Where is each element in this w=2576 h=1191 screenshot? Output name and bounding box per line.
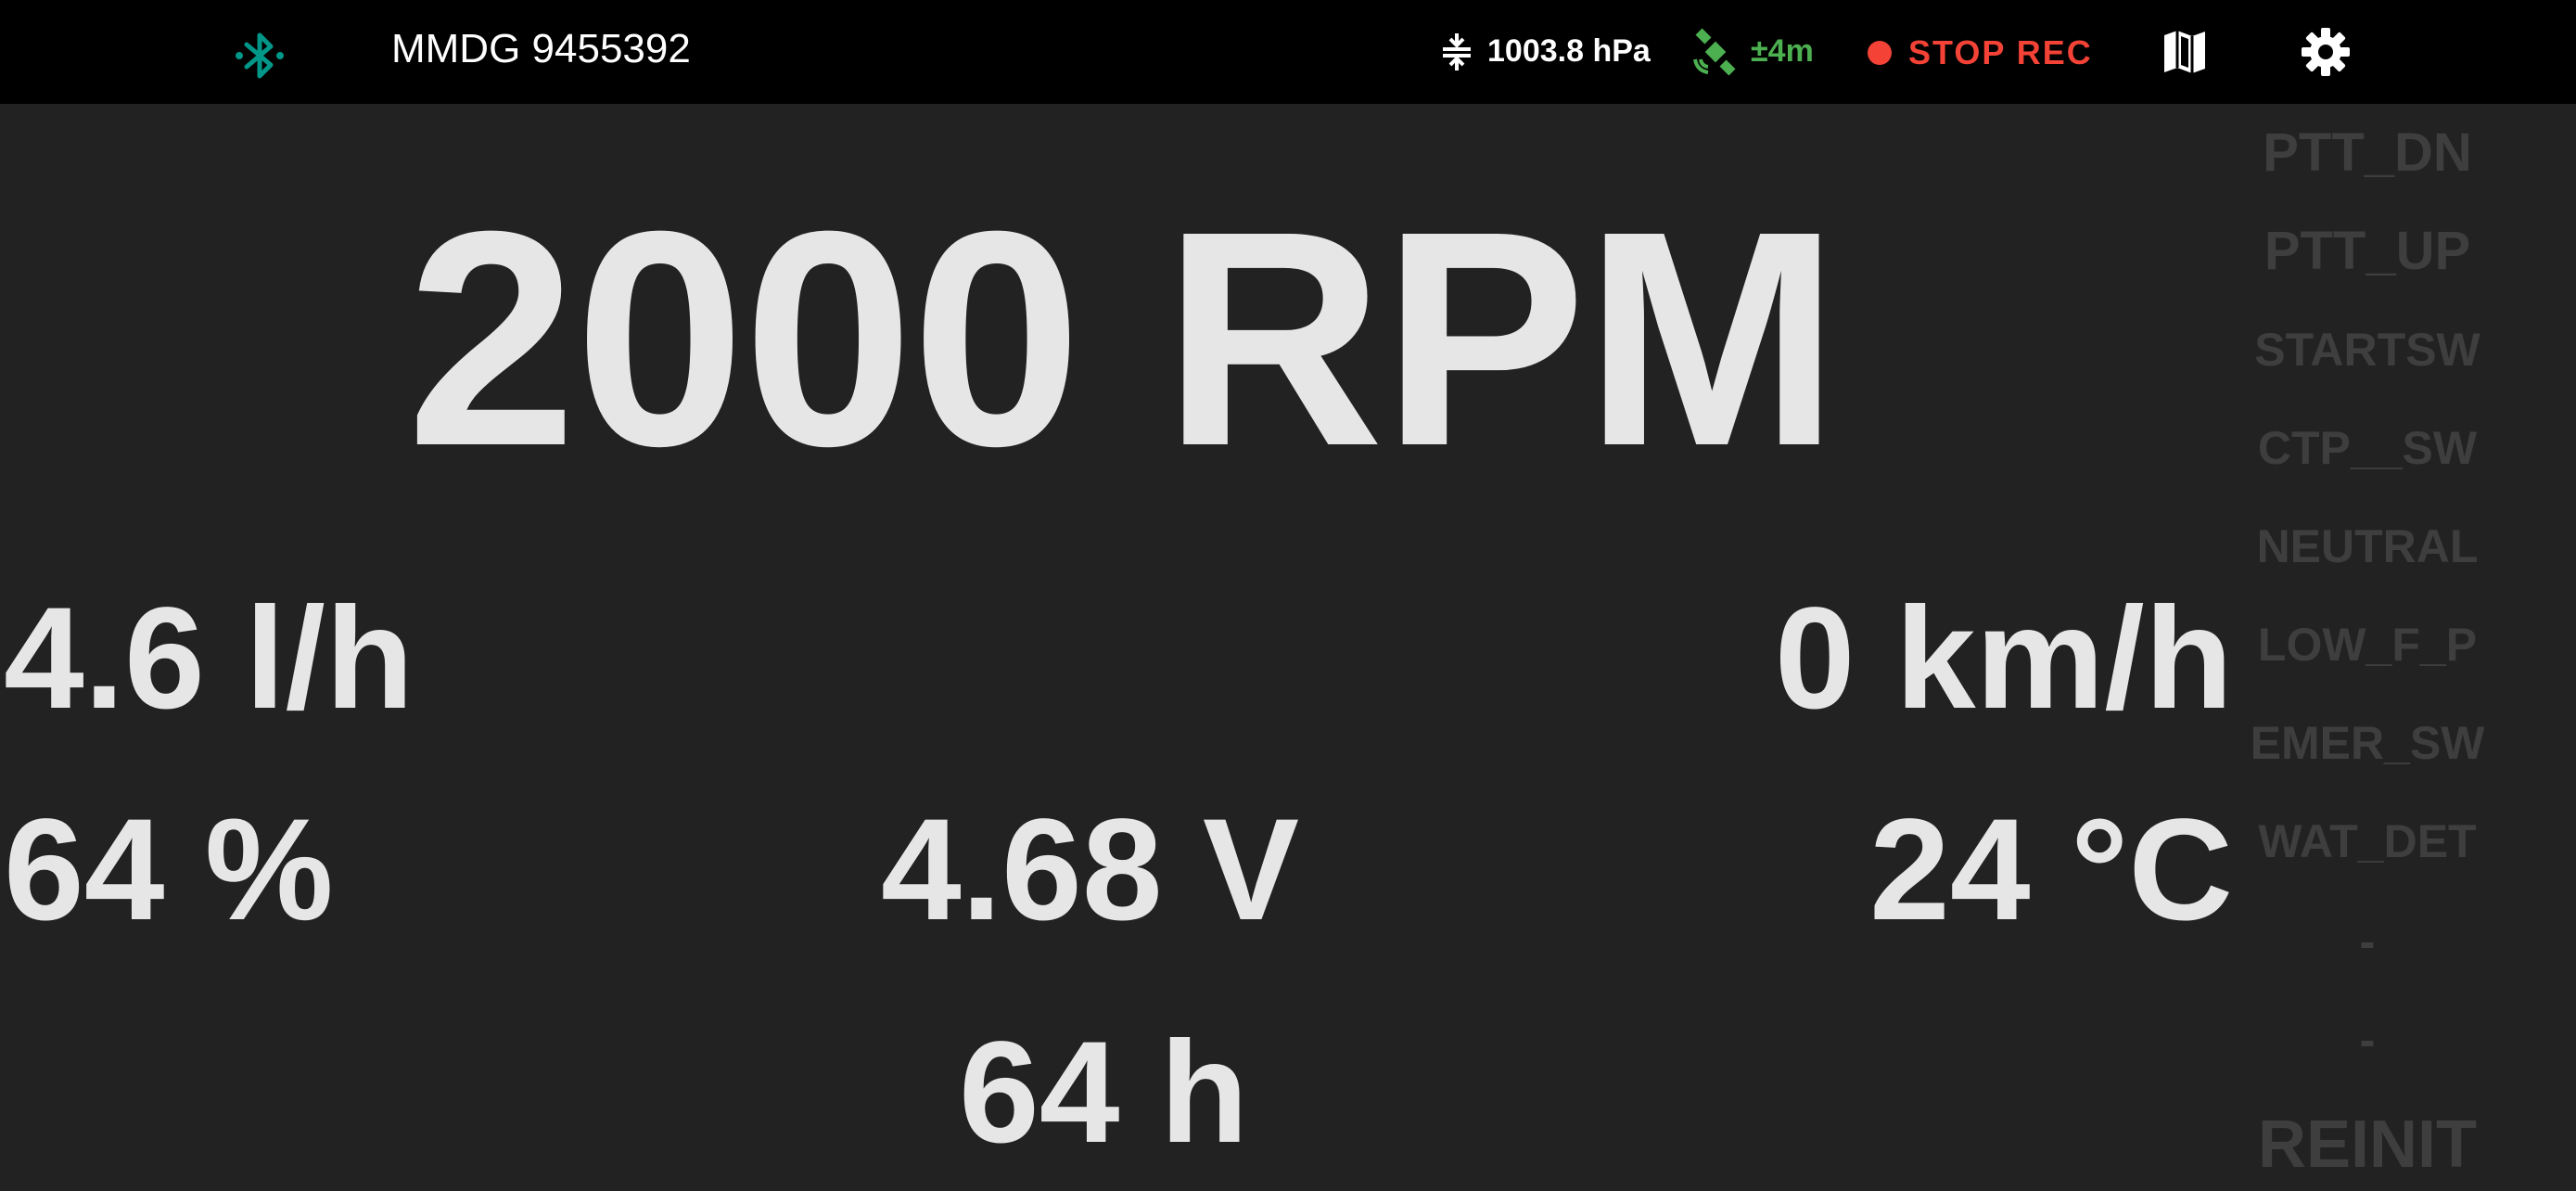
top-bar: MMDG 9455392 1003.8 hPa ±4m STOP REC [0,0,2576,104]
pressure-icon [1443,33,1471,70]
satellite-icon [1693,28,1736,76]
temperature-readout: 24 °C [1869,789,2233,951]
voltage-readout: 4.68 V [881,789,1300,951]
side-button-neutral[interactable]: NEUTRAL [2225,523,2509,570]
side-button-emer-sw[interactable]: EMER_SW [2225,720,2509,766]
side-button-wat-det[interactable]: WAT_DET [2225,818,2509,864]
map-icon[interactable] [2161,28,2209,76]
pressure-value: 1003.8 hPa [1487,33,1651,69]
side-button-low-f-p[interactable]: LOW_F_P [2225,621,2509,668]
rpm-readout: 2000 RPM [406,167,1839,509]
side-button-empty-1[interactable]: - [2225,918,2509,965]
stop-rec-button[interactable]: STOP REC [1908,33,2093,72]
side-button-ptt-up[interactable]: PTT_UP [2225,224,2509,278]
side-button-ctp-sw[interactable]: CTP__SW [2225,425,2509,471]
record-dot-icon[interactable] [1868,41,1892,65]
device-name: MMDG 9455392 [391,26,691,71]
side-button-startsw[interactable]: STARTSW [2225,327,2509,373]
reinit-button[interactable]: REINIT [2225,1111,2509,1178]
side-button-ptt-dn[interactable]: PTT_DN [2225,126,2509,180]
bluetooth-icon[interactable] [230,26,289,85]
gps-accuracy: ±4m [1751,33,1814,69]
engine-hours-readout: 64 h [959,1012,1249,1173]
speed-readout: 0 km/h [1774,578,2233,739]
side-button-empty-2[interactable]: - [2225,1017,2509,1063]
tank-level-readout: 64 % [4,789,334,951]
fuel-rate-readout: 4.6 l/h [4,578,414,739]
gear-icon[interactable] [2300,26,2352,78]
